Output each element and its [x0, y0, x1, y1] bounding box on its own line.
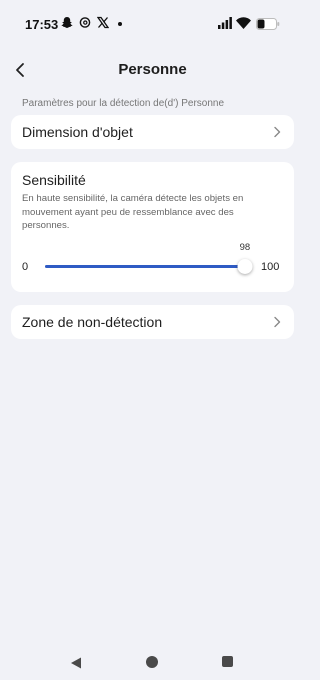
nav-home-button[interactable] [146, 656, 158, 668]
section-caption: Paramètres pour la détection de(d') Pers… [22, 98, 225, 109]
wifi-icon [236, 16, 251, 34]
page-title: Personne [118, 61, 187, 78]
nav-back-icon [71, 657, 81, 669]
snapchat-icon [61, 16, 73, 34]
x-icon [96, 16, 110, 34]
sensitivity-slider[interactable] [45, 265, 249, 268]
sensitivity-card: Sensibilité En haute sensibilité, la cam… [11, 162, 294, 292]
sensitivity-description: En haute sensibilité, la caméra détecte … [22, 193, 244, 231]
status-time: 17:53 [25, 17, 59, 32]
slider-min-label: 0 [22, 261, 29, 273]
screen: 17:53 Personne Paramètres pour la détect… [0, 0, 305, 680]
nav-recents-button[interactable] [222, 656, 233, 667]
no-detection-zone-row[interactable]: Zone de non-détection [11, 305, 294, 339]
chevron-right-icon [274, 316, 281, 328]
object-dimension-row[interactable]: Dimension d'objet [11, 115, 294, 149]
notification-dot-icon [118, 22, 122, 26]
no-detection-zone-label: Zone de non-détection [22, 314, 163, 330]
slider-value-label: 98 [239, 242, 251, 253]
nav-back-button[interactable] [70, 656, 82, 674]
object-dimension-label: Dimension d'objet [22, 124, 133, 140]
slider-fill [45, 265, 245, 268]
threads-icon [79, 16, 91, 34]
signal-icon [218, 16, 232, 34]
slider-max-label: 100 [261, 261, 280, 273]
status-bar: 17:53 [0, 0, 305, 48]
slider-thumb[interactable] [237, 259, 253, 274]
chevron-right-icon [274, 126, 281, 138]
battery-icon [256, 17, 280, 35]
sensitivity-title: Sensibilité [22, 172, 86, 188]
